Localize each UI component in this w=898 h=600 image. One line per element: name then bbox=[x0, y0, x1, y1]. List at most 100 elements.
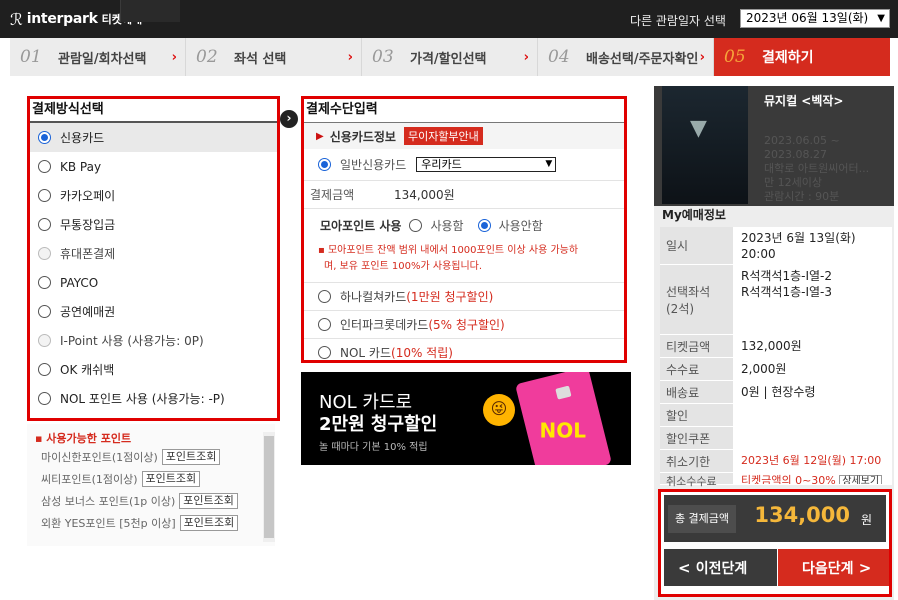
moa-use-option[interactable]: 사용함 bbox=[409, 217, 464, 234]
general-card-label: 일반신용카드 bbox=[340, 158, 407, 172]
booking-row-delivery: 배송료 0원 | 현장수령 bbox=[660, 381, 892, 404]
method-label: 공연예매권 bbox=[60, 305, 116, 319]
payment-method-panel: 결제방식선택 신용카드 KB Pay 카카오페이 무통장입금 휴대폰결제 PAY… bbox=[27, 96, 280, 421]
row-key: 취소기한 bbox=[660, 450, 733, 472]
radio[interactable] bbox=[318, 346, 331, 359]
method-label: OK 캐쉬백 bbox=[60, 363, 115, 377]
amount-value: 134,000원 bbox=[394, 188, 455, 202]
step-number: 02 bbox=[196, 47, 218, 67]
radio-selected[interactable] bbox=[318, 158, 331, 171]
step-number: 04 bbox=[548, 47, 570, 67]
radio[interactable] bbox=[38, 363, 51, 376]
booking-row-discount: 할인 bbox=[660, 404, 892, 427]
payment-input-title: 결제수단입력 bbox=[304, 99, 624, 123]
row-key: 할인 bbox=[660, 404, 733, 426]
step-number: 01 bbox=[20, 47, 42, 67]
chevron-down-icon: ▼ bbox=[877, 13, 885, 24]
discount-card-name: NOL 카드 bbox=[340, 346, 392, 360]
point-lookup-button[interactable]: 포인트조회 bbox=[141, 471, 201, 487]
show-age-limit: 만 12세이상 bbox=[764, 176, 822, 189]
triangle-right-icon: ▶ bbox=[316, 130, 324, 142]
discount-hana-culture-card[interactable]: 하나컬쳐카드 (1만원 청구할인) bbox=[304, 283, 624, 311]
date-select[interactable]: 2023년 06월 13일(화) ▼ bbox=[740, 9, 890, 28]
method-kb-pay[interactable]: KB Pay bbox=[30, 152, 277, 181]
points-scrollbar[interactable] bbox=[263, 432, 275, 542]
radio[interactable] bbox=[38, 160, 51, 173]
scrollbar-thumb[interactable] bbox=[264, 436, 274, 538]
card-chip-icon bbox=[555, 385, 572, 400]
method-nol-point[interactable]: NOL 포인트 사용 (사용가능: -P) bbox=[30, 384, 277, 413]
point-label: 씨티포인트(1점이상) bbox=[41, 473, 138, 486]
method-ticket-voucher[interactable]: 공연예매권 bbox=[30, 297, 277, 326]
method-ok-cashbag[interactable]: OK 캐쉬백 bbox=[30, 355, 277, 384]
step-1[interactable]: 01 관람일/회차선택 › bbox=[10, 38, 186, 76]
row-key: 수수료 bbox=[660, 358, 733, 380]
point-lookup-button[interactable]: 포인트조회 bbox=[161, 449, 221, 465]
method-payco[interactable]: PAYCO bbox=[30, 268, 277, 297]
chevron-left-icon: < bbox=[678, 558, 696, 577]
payment-amount-row: 결제금액 134,000원 bbox=[304, 181, 624, 209]
step-label: 좌석 선택 bbox=[234, 51, 287, 67]
previous-step-button[interactable]: < 이전단계 bbox=[664, 549, 777, 586]
row-key: 배송료 bbox=[660, 381, 733, 403]
step-number: 05 bbox=[724, 47, 746, 67]
row-key: 티켓금액 bbox=[660, 335, 733, 357]
point-item: 마이신한포인트(1점이상) 포인트조회 bbox=[27, 446, 275, 468]
moa-nouse-option[interactable]: 사용안함 bbox=[477, 217, 543, 234]
row-value-line-1: 2023년 6월 13일(화) bbox=[741, 231, 856, 245]
point-label: 외환 YES포인트 [5천p 이상] bbox=[41, 517, 176, 530]
method-bank-deposit[interactable]: 무통장입금 bbox=[30, 210, 277, 239]
card-company-value: 우리카드 bbox=[421, 158, 462, 171]
radio-selected[interactable] bbox=[477, 218, 491, 232]
previous-step-label: 이전단계 bbox=[695, 560, 748, 577]
notice-text-1: 모아포인트 잔액 범위 내에서 1000포인트 이상 사용 가능하 bbox=[327, 245, 579, 256]
row-key: 취소수수료 bbox=[660, 473, 733, 488]
radio[interactable] bbox=[38, 189, 51, 202]
available-points-title: ▪ 사용가능한 포인트 bbox=[35, 432, 132, 445]
chevron-right-icon: › bbox=[523, 49, 529, 65]
radio[interactable] bbox=[318, 290, 331, 303]
show-info: 2023.06.05 ~ 2023.08.27 대학로 아트원씨어터... 만 … bbox=[764, 134, 892, 204]
notice-line-2: 며, 보유 포인트 100%가 사용됩니다. bbox=[318, 259, 614, 275]
chevron-down-icon: ▼ bbox=[545, 159, 553, 169]
row-key-line-2: (2석) bbox=[666, 302, 695, 316]
date-select-value: 2023년 06월 13일(화) bbox=[746, 11, 869, 25]
step-4[interactable]: 04 배송선택/주문자확인 › bbox=[538, 38, 714, 76]
method-kakao-pay[interactable]: 카카오페이 bbox=[30, 181, 277, 210]
row-value bbox=[733, 427, 892, 449]
next-step-button[interactable]: 다음단계 > bbox=[778, 549, 889, 586]
cancel-fee-detail-button[interactable]: 상세보기 bbox=[839, 475, 883, 484]
radio[interactable] bbox=[38, 218, 51, 231]
method-credit-card[interactable]: 신용카드 bbox=[30, 123, 277, 152]
step-2[interactable]: 02 좌석 선택 › bbox=[186, 38, 362, 76]
notice-text-2: 며, 보유 포인트 100%가 사용됩니다. bbox=[324, 261, 483, 272]
step-5-current: 05 결제하기 bbox=[714, 38, 890, 76]
radio[interactable] bbox=[38, 392, 51, 405]
banner-line-2: 2만원 청구할인 bbox=[319, 414, 438, 435]
arrow-right-icon: › bbox=[280, 110, 298, 128]
method-label: I-Point 사용 (사용가능: 0P) bbox=[60, 334, 204, 348]
discount-nol-card[interactable]: NOL 카드 (10% 적립) bbox=[304, 339, 624, 360]
card-logo-text: NOL bbox=[539, 418, 587, 443]
radio[interactable] bbox=[38, 305, 51, 318]
radio-disabled bbox=[38, 247, 51, 260]
row-key: 할인쿠폰 bbox=[660, 427, 733, 449]
booking-row-ticket-price: 티켓금액 132,000원 bbox=[660, 335, 892, 358]
step-3[interactable]: 03 가격/할인선택 › bbox=[362, 38, 538, 76]
moa-nouse-label: 사용안함 bbox=[498, 218, 543, 233]
available-points-box: ▪ 사용가능한 포인트 마이신한포인트(1점이상) 포인트조회 씨티포인트(1점… bbox=[27, 424, 275, 546]
point-lookup-button[interactable]: 포인트조회 bbox=[179, 515, 239, 531]
nol-card-banner[interactable]: NOL 카드로 2만원 청구할인 놀 때마다 기본 10% 적립 😜 NOL bbox=[301, 372, 631, 465]
point-lookup-button[interactable]: 포인트조회 bbox=[179, 493, 238, 509]
total-amount-label: 총 결제금액 bbox=[668, 505, 736, 533]
radio-selected[interactable] bbox=[38, 131, 51, 144]
discount-interpark-lotte-card[interactable]: 인터파크롯데카드 (5% 청구할인) bbox=[304, 311, 624, 339]
radio[interactable] bbox=[38, 276, 51, 289]
date-select-label: 다른 관람일자 선택 bbox=[630, 14, 726, 28]
radio[interactable] bbox=[409, 218, 423, 232]
card-company-select[interactable]: 우리카드 ▼ bbox=[416, 157, 557, 172]
installment-info-button[interactable]: 무이자할부안내 bbox=[403, 127, 483, 145]
discount-benefit: (1만원 청구할인) bbox=[406, 290, 494, 304]
radio[interactable] bbox=[318, 318, 331, 331]
booking-row-cancel-deadline: 취소기한 2023년 6월 12일(월) 17:00 bbox=[660, 450, 892, 473]
